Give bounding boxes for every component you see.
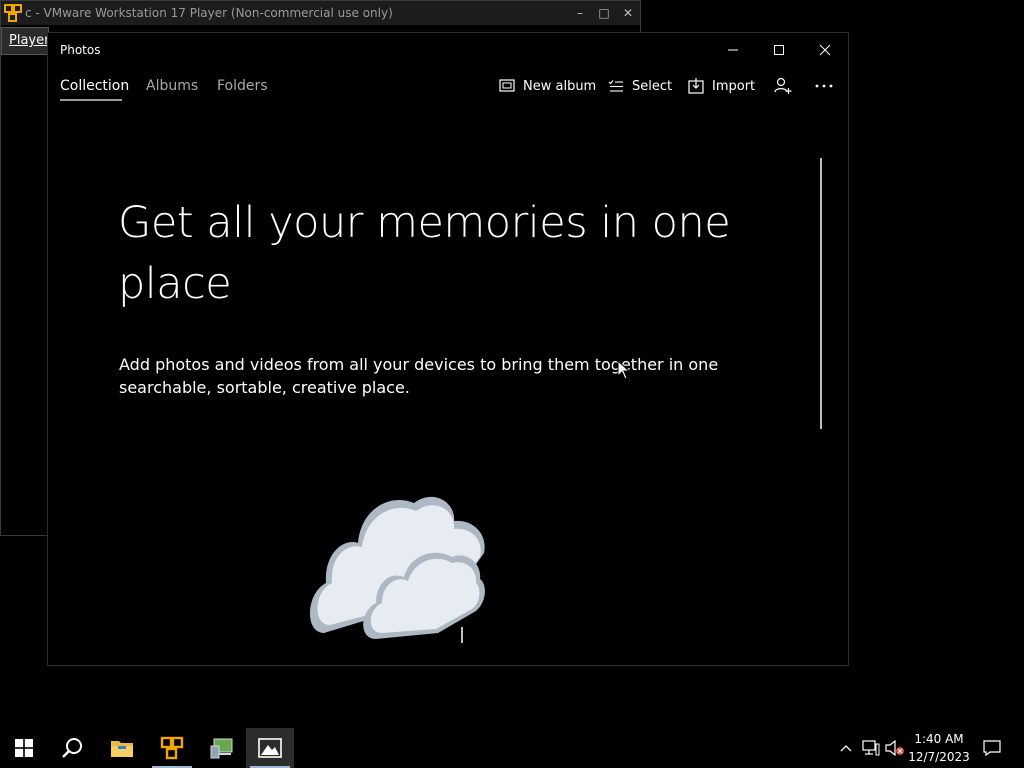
vmware-maximize-button[interactable]: □ xyxy=(593,3,615,23)
show-hidden-icons-button[interactable] xyxy=(836,728,856,768)
vmware-minimize-button[interactable]: – xyxy=(569,3,591,23)
tab-collection[interactable]: Collection xyxy=(60,78,129,94)
clock-date: 12/7/2023 xyxy=(908,750,970,764)
photos-window: Photos Collection Albums Folders New alb… xyxy=(47,32,849,666)
tab-albums[interactable]: Albums xyxy=(146,78,198,94)
vmware-logo-icon xyxy=(4,4,22,22)
tab-active-indicator xyxy=(60,99,122,101)
close-icon xyxy=(819,44,831,56)
vmware-close-button[interactable]: ✕ xyxy=(617,3,639,23)
action-center-button[interactable] xyxy=(980,728,1004,768)
close-button[interactable] xyxy=(802,37,848,63)
import-icon xyxy=(688,78,704,94)
vmware-title-bar[interactable]: c - VMware Workstation 17 Player (Non-co… xyxy=(1,1,640,25)
network-icon xyxy=(862,740,880,756)
new-album-button[interactable]: New album xyxy=(499,75,596,97)
file-explorer-taskbar-button[interactable] xyxy=(98,728,146,768)
maximize-icon xyxy=(774,45,784,55)
vmware-guest-area xyxy=(1,57,49,535)
tab-folders[interactable]: Folders xyxy=(217,78,268,94)
volume-muted-icon xyxy=(885,740,904,756)
page-headline: Get all your memories in one place xyxy=(118,198,731,309)
more-icon xyxy=(815,84,833,88)
select-button[interactable]: Select xyxy=(608,75,672,97)
chevron-up-icon xyxy=(840,745,852,752)
notifications-icon xyxy=(983,740,1001,756)
new-album-icon xyxy=(499,79,515,92)
vertical-scrollbar[interactable] xyxy=(820,158,822,429)
clock-time: 1:40 AM xyxy=(914,732,964,746)
start-button[interactable] xyxy=(0,728,48,768)
mouse-cursor-icon xyxy=(617,360,631,380)
photos-taskbar-button[interactable] xyxy=(246,728,294,768)
select-label: Select xyxy=(632,78,673,94)
select-list-icon xyxy=(608,80,623,92)
server-manager-taskbar-button[interactable] xyxy=(198,728,246,768)
file-explorer-icon xyxy=(111,741,133,757)
server-manager-icon xyxy=(210,738,233,759)
add-person-icon xyxy=(774,77,792,94)
network-tray-button[interactable] xyxy=(860,728,882,768)
minimize-icon xyxy=(728,49,738,51)
taskbar: 1:40 AM 12/7/2023 xyxy=(0,728,1024,768)
taskbar-clock[interactable]: 1:40 AM 12/7/2023 xyxy=(904,730,974,766)
search-icon xyxy=(62,738,82,758)
maximize-button[interactable] xyxy=(756,37,802,63)
import-label: Import xyxy=(712,78,756,94)
vmware-player-menu[interactable]: Player xyxy=(1,27,49,55)
vmware-taskbar-button[interactable] xyxy=(148,728,196,768)
account-button[interactable] xyxy=(774,75,800,97)
photos-window-title: Photos xyxy=(60,43,101,57)
windows-start-icon xyxy=(15,739,33,757)
volume-tray-button[interactable] xyxy=(884,728,906,768)
more-options-button[interactable] xyxy=(814,75,842,97)
page-description: Add photos and videos from all your devi… xyxy=(119,355,719,397)
import-button[interactable]: Import xyxy=(688,75,755,97)
photos-icon xyxy=(258,738,282,758)
vmware-title: c - VMware Workstation 17 Player (Non-co… xyxy=(25,6,393,20)
vmware-player-menu-label: Player xyxy=(9,33,50,48)
minimize-button[interactable] xyxy=(710,37,756,63)
search-button[interactable] xyxy=(48,728,96,768)
cloud-illustration xyxy=(309,496,485,643)
new-album-label: New album xyxy=(523,78,597,94)
vmware-icon xyxy=(160,736,184,760)
